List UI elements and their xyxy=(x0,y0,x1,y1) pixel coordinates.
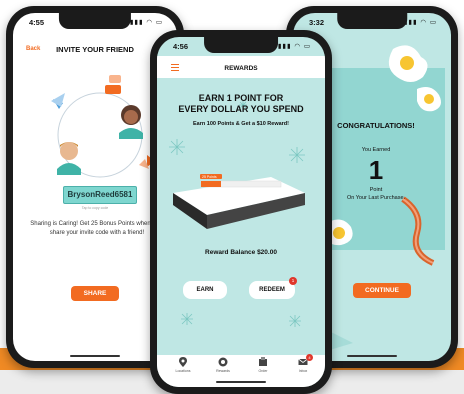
status-icons: ▮▮▮ ◠ ▭ xyxy=(129,19,163,26)
progress-label: 25 Points xyxy=(202,175,217,179)
phone-notch xyxy=(337,13,407,29)
phone-rewards: 4:56 ▮▮▮ ◠ ▭ REWARDS EARN 1 POINT FOR EV… xyxy=(150,30,332,394)
status-icons: ▮▮▮ ◠ ▭ xyxy=(277,43,311,50)
phone-notch xyxy=(204,37,278,53)
rewards-headline: EARN 1 POINT FOR EVERY DOLLAR YOU SPEND xyxy=(167,93,315,115)
reward-balance: Reward Balance $20.00 xyxy=(205,249,277,256)
points-progress-bar: 25 Points xyxy=(173,174,305,229)
headline-line-1: EARN 1 POINT FOR xyxy=(198,93,284,103)
progress-fill xyxy=(201,181,221,187)
share-button[interactable]: SHARE xyxy=(71,286,119,301)
home-indicator xyxy=(70,355,120,357)
rewards-icon xyxy=(218,357,228,367)
last-purchase-label: On Your Last Purchase. xyxy=(346,195,406,201)
tab-inbox[interactable]: Inbox 4 xyxy=(287,354,319,373)
order-icon xyxy=(259,357,267,366)
invite-illustration xyxy=(51,75,155,178)
redeem-button[interactable]: REDEEM xyxy=(249,281,295,299)
tab-label: Rewards xyxy=(216,369,230,373)
share-description: Sharing is Caring! Get 25 Bonus Points w… xyxy=(30,221,164,236)
point-label: Point xyxy=(369,187,383,193)
rewards-screen: 4:56 ▮▮▮ ◠ ▭ REWARDS EARN 1 POINT FOR EV… xyxy=(157,37,325,387)
status-time: 4:55 xyxy=(29,18,45,27)
tab-locations[interactable]: Locations xyxy=(167,357,199,373)
inbox-badge: 4 xyxy=(306,354,313,361)
tab-label: Inbox xyxy=(298,369,308,373)
tab-order[interactable]: Order xyxy=(247,357,279,373)
headline-line-2: EVERY DOLLAR YOU SPEND xyxy=(178,104,304,114)
tab-label: Locations xyxy=(175,369,191,373)
earn-button[interactable]: EARN xyxy=(183,281,227,299)
location-pin-icon xyxy=(179,357,187,367)
home-indicator xyxy=(347,355,397,357)
phone-notch xyxy=(58,13,132,29)
continue-button[interactable]: CONTINUE xyxy=(353,283,411,298)
tab-rewards[interactable]: Rewards xyxy=(207,357,239,373)
rewards-subline: Earn 100 Points & Get a $10 Reward! xyxy=(193,121,289,127)
tab-label: Order xyxy=(258,369,268,373)
invite-code-field[interactable]: BrysonReed6581 xyxy=(63,186,137,204)
status-time: 4:56 xyxy=(173,42,189,51)
page-title: REWARDS xyxy=(224,65,258,72)
home-indicator xyxy=(216,381,266,383)
redeem-badge: 1 xyxy=(289,277,297,285)
